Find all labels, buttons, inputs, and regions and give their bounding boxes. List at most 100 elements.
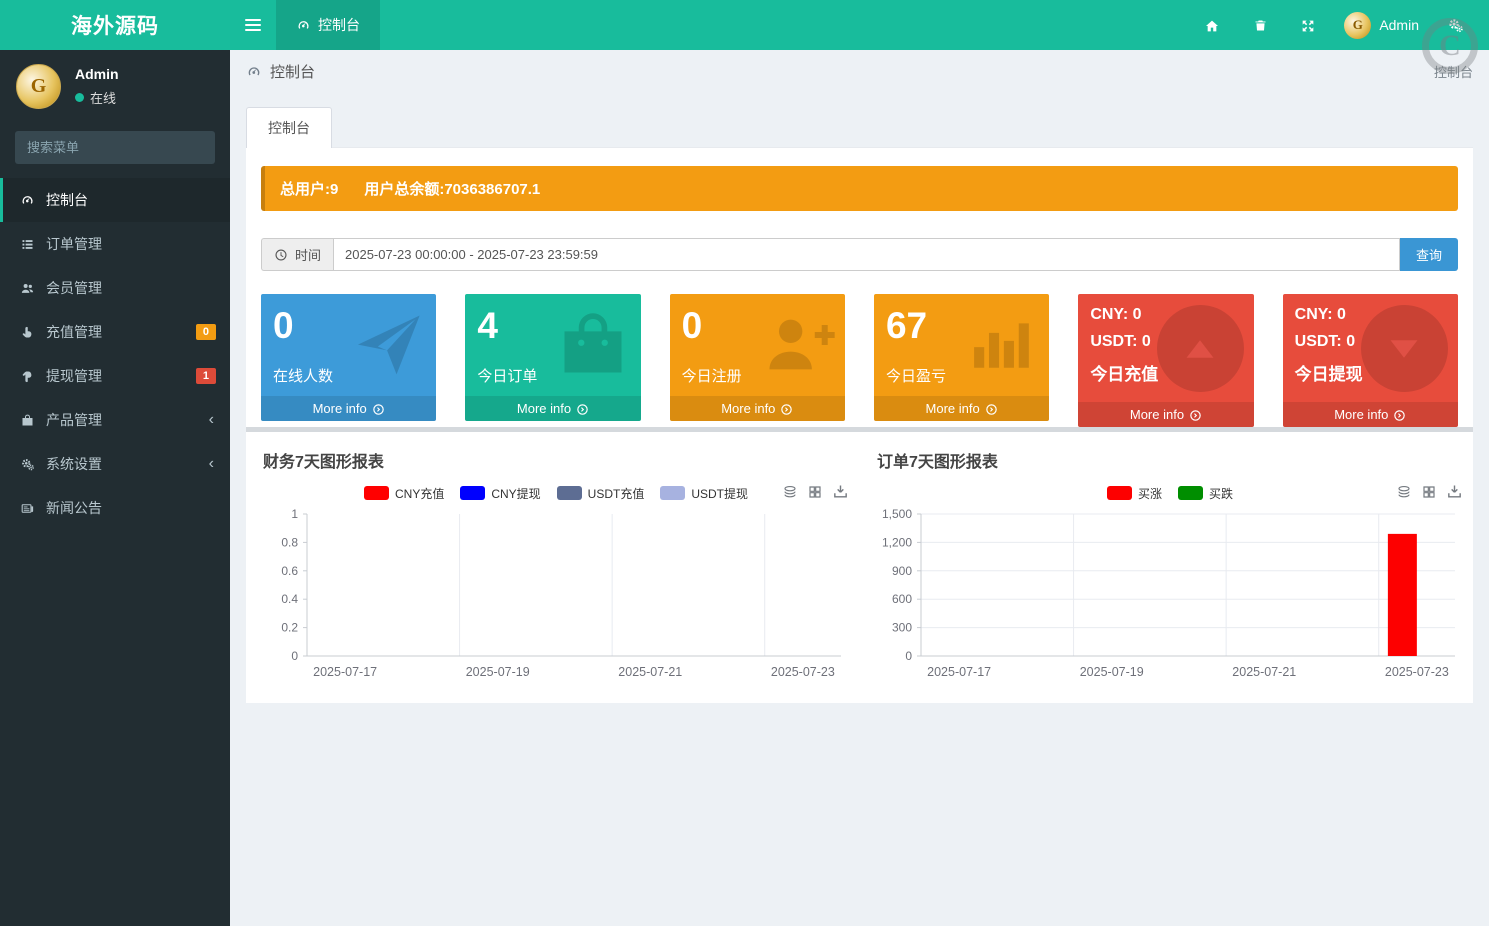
sidebar-item-2[interactable]: 会员管理	[0, 266, 230, 310]
bag-icon	[22, 414, 32, 426]
svg-text:900: 900	[892, 564, 912, 578]
stat-label: 今日注册	[681, 367, 742, 385]
users-icon	[21, 284, 33, 294]
gauge-icon	[296, 17, 311, 34]
chart-toolbox	[1396, 482, 1463, 500]
chart-canvas[interactable]: 0 300 600 900 1,200 1,500 2025-07-17 2025-07-19…	[875, 506, 1465, 684]
stat-label: 在线人数	[273, 367, 334, 385]
stack-icon	[1398, 485, 1410, 497]
sidebar-item-label: 产品管理	[46, 412, 102, 428]
expand-icon	[1300, 16, 1316, 33]
stat-line1: CNY: 0	[1090, 306, 1142, 323]
avatar: G	[1344, 11, 1372, 39]
svg-text:0.6: 0.6	[281, 564, 298, 578]
stat-label: 今日盈亏	[885, 367, 946, 385]
stat-value: 4	[477, 305, 498, 346]
legend-item-买跌[interactable]: 买跌	[1178, 485, 1233, 502]
sidebar-item-6[interactable]: 系统设置 ‹	[0, 442, 230, 486]
home-button[interactable]	[1192, 0, 1232, 50]
svg-text:2025-07-17: 2025-07-17	[313, 665, 377, 679]
chart-canvas[interactable]: 0 0.2 0.4 0.6 0.8 1 2025-07-17 2025-07-19 2025-0…	[261, 506, 851, 684]
stat-value: 67	[885, 305, 928, 346]
data-view-button[interactable]	[1421, 482, 1437, 499]
navbar-tab-dashboard[interactable]: 控制台	[276, 0, 380, 50]
online-status: 在线	[75, 88, 119, 107]
fullscreen-button[interactable]	[1288, 0, 1328, 50]
query-button[interactable]: 查询	[1399, 238, 1458, 271]
trash-button[interactable]	[1240, 0, 1280, 50]
sidebar-item-0[interactable]: 控制台	[0, 178, 230, 222]
top-navbar: 海外源码 控制台 G Admin	[0, 0, 1489, 50]
user-menu[interactable]: G Admin	[1336, 11, 1427, 39]
stat-line2: USDT: 0	[1090, 333, 1151, 350]
chart-title: 财务7天图形报表	[263, 454, 384, 472]
stat-label: 今日订单	[477, 367, 538, 385]
download-icon	[834, 485, 847, 498]
chart-1: 订单7天图形报表 买涨 买跌 0 300 600 900 1,200 1,500 2025-07-…	[863, 442, 1477, 687]
sidebar-item-5[interactable]: 产品管理 ‹	[0, 398, 230, 442]
settings-button[interactable]	[1435, 0, 1475, 50]
sidebar-toggle-button[interactable]	[230, 0, 276, 50]
sidebar-item-4[interactable]: 提现管理 1	[0, 354, 230, 398]
more-info-link[interactable]: More info	[261, 396, 437, 422]
download-icon	[1448, 485, 1461, 498]
page-title: 控制台	[246, 61, 315, 82]
more-info-link[interactable]: More info	[465, 396, 641, 422]
stat-label: 今日提现	[1294, 365, 1363, 384]
save-image-button[interactable]	[832, 482, 849, 500]
svg-text:0.2: 0.2	[281, 621, 298, 635]
svg-text:600: 600	[892, 592, 912, 606]
sidebar-item-label: 充值管理	[46, 324, 102, 340]
sidebar-item-label: 控制台	[46, 192, 88, 208]
chart-legend: 买涨 买跌	[875, 482, 1465, 504]
svg-text:1,500: 1,500	[882, 507, 912, 521]
save-image-button[interactable]	[1446, 482, 1463, 500]
gears-icon	[21, 459, 34, 471]
gauge-icon	[22, 196, 33, 205]
hand-down-icon	[22, 371, 31, 383]
menu-badge: 0	[195, 324, 216, 340]
menu-search-input[interactable]	[15, 131, 215, 164]
data-view-button[interactable]	[807, 482, 823, 499]
chart-legend: CNY充值 CNY提现 USDT充值 USDT提现	[261, 482, 851, 504]
legend-item-CNY充值[interactable]: CNY充值	[363, 485, 444, 502]
more-info-link[interactable]: More info	[1078, 402, 1254, 428]
legend-item-USDT充值[interactable]: USDT充值	[556, 485, 644, 502]
stack-toggle-button[interactable]	[782, 482, 798, 499]
legend-item-买涨[interactable]: 买涨	[1106, 485, 1162, 502]
sidebar-item-label: 订单管理	[46, 236, 102, 252]
legend-label: CNY提现	[491, 486, 541, 501]
arrow-circle-icon	[373, 404, 384, 415]
total-users-label: 总用户:9	[280, 181, 339, 198]
more-info-link[interactable]: More info	[1282, 402, 1458, 428]
bar-买涨[interactable]	[1387, 533, 1417, 657]
more-info-link[interactable]: More info	[873, 396, 1050, 422]
list-icon	[22, 240, 32, 250]
sidebar-item-label: 会员管理	[46, 280, 102, 296]
stack-toggle-button[interactable]	[1396, 482, 1412, 499]
stat-line2: USDT: 0	[1294, 333, 1356, 350]
svg-text:2025-07-21: 2025-07-21	[1232, 665, 1296, 679]
svg-text:0.8: 0.8	[281, 535, 298, 549]
stat-label: 今日充值	[1090, 365, 1159, 384]
trash-icon	[1255, 20, 1266, 31]
brand-logo[interactable]: 海外源码	[0, 0, 230, 50]
grid-icon	[1423, 486, 1435, 498]
legend-label: 买涨	[1137, 486, 1162, 501]
legend-item-CNY提现[interactable]: CNY提现	[460, 485, 541, 502]
sidebar-item-3[interactable]: 充值管理 0	[0, 310, 230, 354]
main-content: 控制台 控制台 控制台 总用户:9 用户总余额:7036386707.1 时间 …	[230, 50, 1489, 926]
content-header: 控制台 控制台	[230, 50, 1489, 90]
info-box-3: 67 今日盈亏 More info	[873, 294, 1050, 422]
sidebar-item-1[interactable]: 订单管理	[0, 222, 230, 266]
legend-item-USDT提现[interactable]: USDT提现	[660, 485, 748, 502]
info-box-0: 0 在线人数 More info	[261, 294, 437, 422]
date-range-input[interactable]	[333, 238, 1400, 271]
time-filter: 时间 查询	[261, 238, 1458, 271]
more-info-link[interactable]: More info	[669, 396, 845, 422]
info-boxes-row: 0 在线人数 More info 4 今日订单 More info 0 今日注册 More in…	[261, 294, 1458, 428]
tab-dashboard[interactable]: 控制台	[246, 107, 332, 148]
gears-icon	[1447, 16, 1464, 34]
sidebar-item-7[interactable]: 新闻公告	[0, 486, 230, 530]
svg-text:2025-07-23: 2025-07-23	[771, 665, 835, 679]
